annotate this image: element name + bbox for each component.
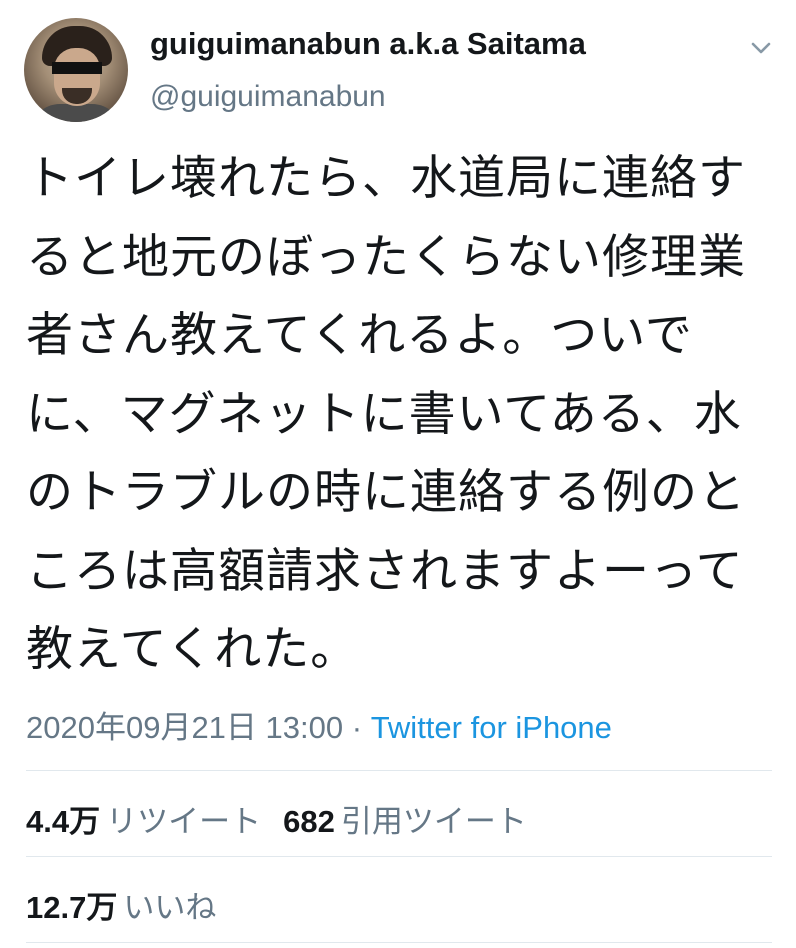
quotes-count: 682 (283, 804, 335, 839)
tweet-text: トイレ壊れたら、水道局に連絡すると地元のぼったくらない修理業者さん教えてくれるよ… (26, 151, 746, 677)
likes-count: 12.7万 (26, 890, 118, 925)
user-handle[interactable]: @guiguimanabun (150, 80, 386, 114)
likes-label: いいね (123, 890, 217, 925)
divider (26, 942, 772, 943)
meta-separator: · (343, 710, 371, 745)
divider (26, 770, 772, 771)
likes-stats[interactable]: 12.7万 いいね (26, 882, 216, 927)
quotes-label: 引用ツイート (340, 804, 527, 839)
avatar-shirt (30, 104, 122, 122)
chevron-down-icon[interactable] (747, 34, 775, 62)
source-link[interactable]: Twitter for iPhone (371, 710, 612, 745)
timestamp[interactable]: 2020年09月21日 13:00 (26, 710, 343, 745)
avatar[interactable] (24, 18, 128, 122)
retweet-stats: 4.4万 リツイート 682 引用ツイート (26, 796, 527, 841)
retweets-stat[interactable]: 4.4万 リツイート (26, 804, 261, 839)
tweet-detail: guiguimanabun a.k.a Saitama @guiguimanab… (0, 0, 796, 948)
divider (26, 856, 772, 857)
tweet-meta: 2020年09月21日 13:00 · Twitter for iPhone (26, 702, 612, 747)
avatar-censor-bar (52, 62, 102, 74)
quotes-stat[interactable]: 682 引用ツイート (283, 804, 527, 839)
display-name[interactable]: guiguimanabun a.k.a Saitama (150, 26, 586, 62)
retweets-label: リツイート (106, 804, 262, 839)
retweets-count: 4.4万 (26, 804, 101, 839)
